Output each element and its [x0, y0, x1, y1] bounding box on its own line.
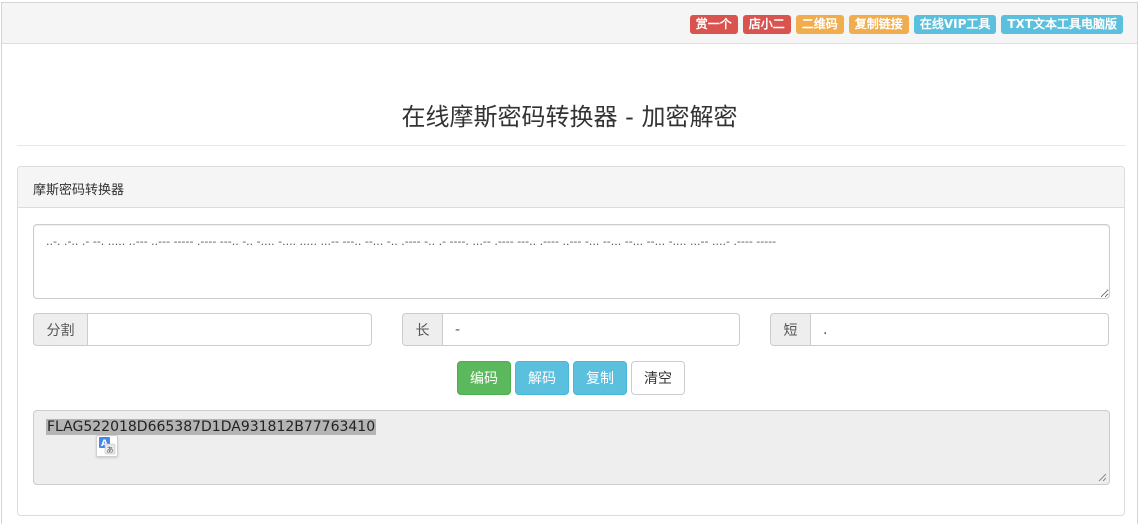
encode-button[interactable]: 编码 — [457, 361, 511, 395]
toolbar-badges: 赏一个 店小二 二维码 复制链接 在线VIP工具 TXT文本工具电脑版 — [689, 15, 1123, 34]
page-frame: 赏一个 店小二 二维码 复制链接 在线VIP工具 TXT文本工具电脑版 在线摩斯… — [1, 2, 1138, 524]
clear-button[interactable]: 清空 — [631, 361, 685, 395]
split-field[interactable] — [87, 313, 372, 346]
long-field[interactable] — [442, 313, 740, 346]
tip-badge[interactable]: 赏一个 — [689, 15, 738, 34]
page-title: 在线摩斯密码转换器 - 加密解密 — [401, 103, 738, 131]
split-input-group: 分割 — [33, 313, 372, 346]
txt-tool-badge[interactable]: TXT文本工具电脑版 — [1001, 15, 1123, 34]
short-field[interactable] — [810, 313, 1109, 346]
vip-tools-badge[interactable]: 在线VIP工具 — [913, 15, 997, 34]
resize-grip-icon[interactable] — [1097, 472, 1107, 482]
translate-icon[interactable]: A あ — [96, 435, 118, 457]
long-input-group: 长 — [402, 313, 740, 346]
decode-button[interactable]: 解码 — [515, 361, 569, 395]
title-divider — [17, 145, 1126, 146]
converter-panel: 摩斯密码转换器 ..-. .-.. .- --. ..... ..--- ..-… — [17, 166, 1125, 516]
output-box[interactable]: FLAG522018D665387D1DA931812B77763410 — [33, 410, 1110, 485]
output-text: FLAG522018D665387D1DA931812B77763410 — [46, 419, 377, 435]
short-input-group: 短 — [770, 313, 1109, 346]
copy-button[interactable]: 复制 — [573, 361, 627, 395]
action-buttons: 编码 解码 复制 清空 — [457, 361, 685, 395]
top-toolbar: 赏一个 店小二 二维码 复制链接 在线VIP工具 TXT文本工具电脑版 — [2, 3, 1137, 44]
copy-link-badge[interactable]: 复制链接 — [848, 15, 909, 34]
svg-text:あ: あ — [107, 446, 114, 454]
shop-badge[interactable]: 店小二 — [742, 15, 791, 34]
split-label: 分割 — [33, 313, 87, 346]
panel-heading: 摩斯密码转换器 — [18, 167, 1124, 208]
short-label: 短 — [770, 313, 810, 346]
long-label: 长 — [402, 313, 442, 346]
qrcode-badge[interactable]: 二维码 — [795, 15, 844, 34]
morse-input[interactable]: ..-. .-.. .- --. ..... ..--- ..--- -----… — [33, 224, 1110, 299]
